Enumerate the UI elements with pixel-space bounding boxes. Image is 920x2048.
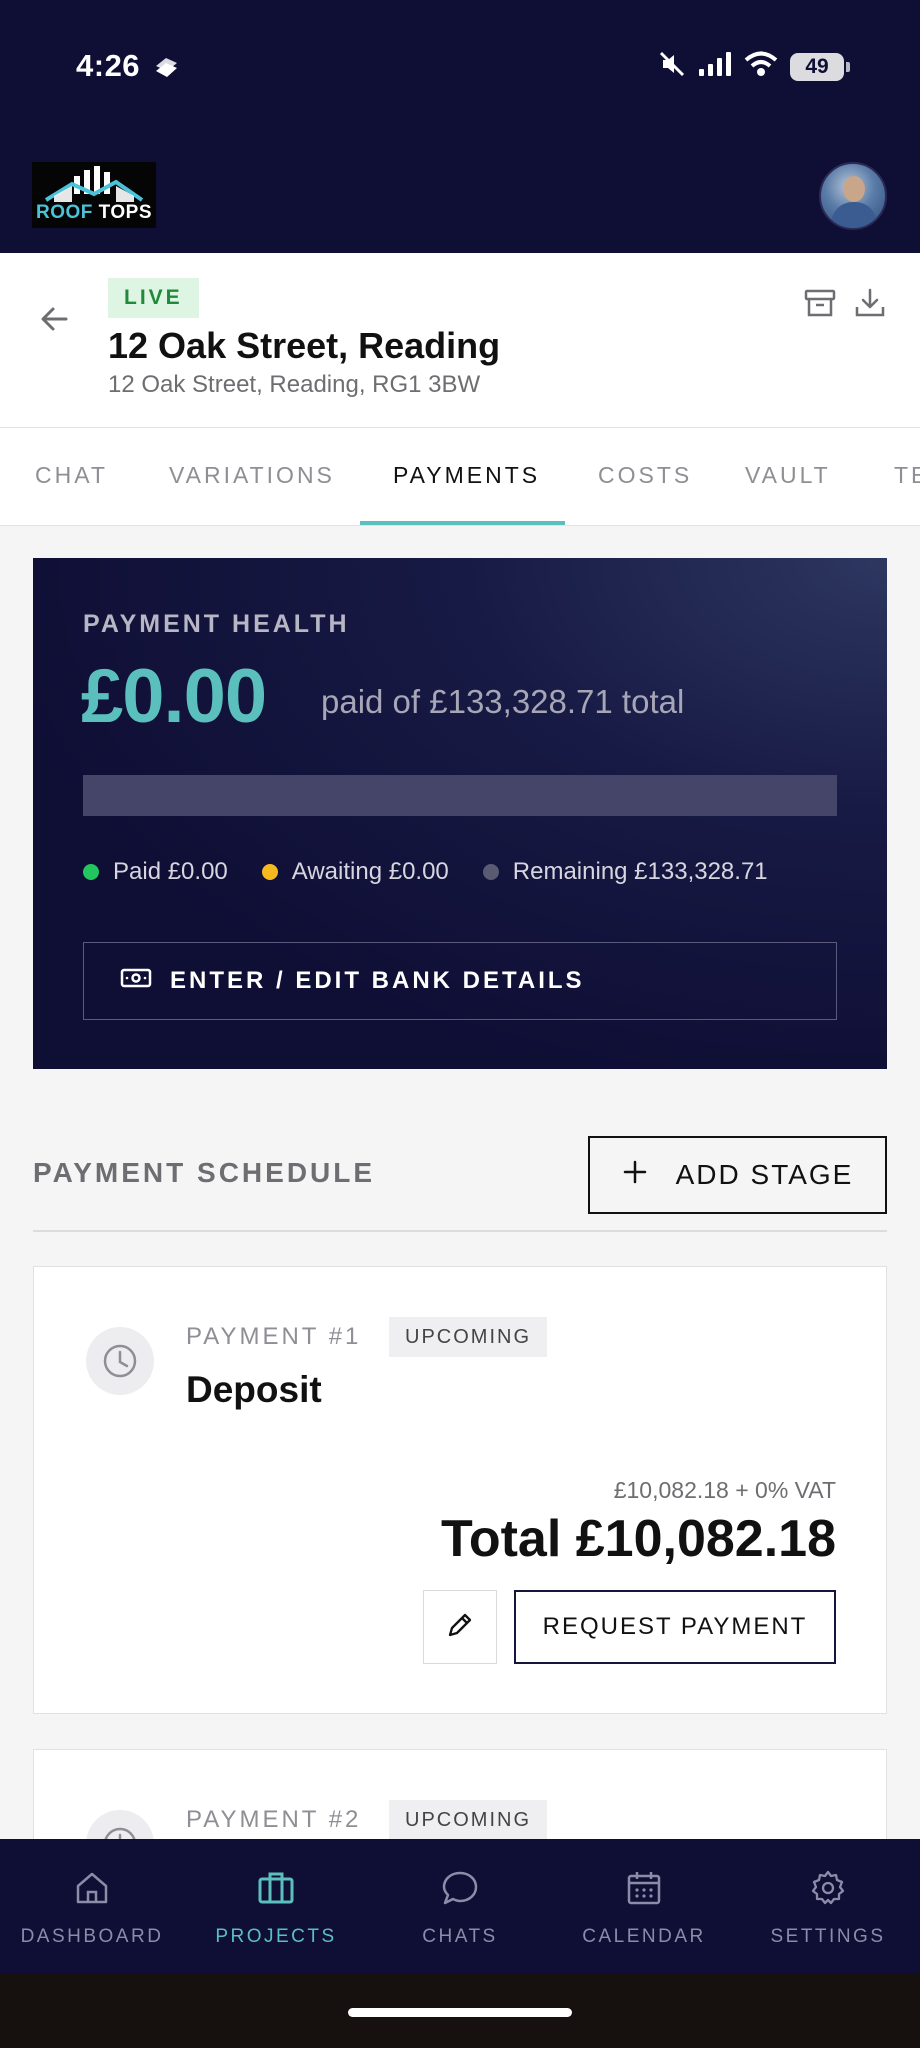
home-indicator[interactable] bbox=[348, 2008, 572, 2017]
app-header: 4:26 49 ROOF TOPS bbox=[0, 0, 920, 253]
status-time: 4:26 bbox=[76, 48, 141, 83]
tab-chat[interactable]: CHAT bbox=[35, 428, 108, 525]
project-address: 12 Oak Street, Reading, RG1 3BW bbox=[108, 371, 481, 398]
silent-icon bbox=[658, 50, 686, 83]
status-badge: LIVE bbox=[108, 278, 199, 318]
payment-status-badge: UPCOMING bbox=[389, 1317, 547, 1357]
company-logo: ROOF TOPS bbox=[32, 162, 156, 228]
status-indicators: 49 bbox=[658, 50, 850, 83]
tab-te[interactable]: TE bbox=[894, 428, 920, 525]
active-tab-indicator bbox=[360, 521, 565, 525]
signal-icon bbox=[698, 51, 732, 82]
battery-indicator: 49 bbox=[790, 52, 850, 81]
plus-icon bbox=[622, 1159, 648, 1192]
tab-vault[interactable]: VAULT bbox=[745, 428, 831, 525]
page-title: 12 Oak Street, Reading bbox=[108, 325, 501, 366]
pencil-icon bbox=[444, 1609, 476, 1646]
payment-schedule-title: PAYMENT SCHEDULE bbox=[33, 1157, 376, 1188]
nav-chats[interactable]: CHATS bbox=[368, 1839, 552, 1974]
payment-total: Total £10,082.18 bbox=[440, 1510, 836, 1568]
divider bbox=[33, 1230, 887, 1232]
payment-number: PAYMENT #1 bbox=[186, 1323, 362, 1350]
clock-icon bbox=[86, 1327, 154, 1395]
home-icon bbox=[72, 1868, 112, 1914]
remaining-dot bbox=[482, 864, 499, 880]
nav-calendar[interactable]: CALENDAR bbox=[552, 1839, 736, 1974]
archive-icon[interactable] bbox=[802, 285, 838, 326]
wifi-icon bbox=[744, 51, 778, 82]
tab-payments[interactable]: PAYMENTS bbox=[393, 428, 540, 525]
section-tabs: CHAT VARIATIONS PAYMENTS COSTS VAULT TE bbox=[0, 428, 920, 526]
nav-label: DASHBOARD bbox=[20, 1926, 164, 1947]
payment-number: PAYMENT #2 bbox=[186, 1806, 362, 1833]
legend-remaining: Remaining £133,328.71 bbox=[482, 858, 768, 886]
calendar-icon bbox=[624, 1868, 664, 1914]
nav-label: CHATS bbox=[422, 1926, 498, 1947]
tab-costs[interactable]: COSTS bbox=[598, 428, 692, 525]
user-avatar[interactable] bbox=[819, 162, 887, 230]
nav-label: SETTINGS bbox=[770, 1926, 886, 1947]
nav-projects[interactable]: PROJECTS bbox=[184, 1839, 368, 1974]
amount-of-total: paid of £133,328.71 total bbox=[321, 683, 685, 720]
download-icon[interactable] bbox=[852, 285, 888, 326]
payment-status-badge: UPCOMING bbox=[389, 1800, 547, 1840]
nav-label: PROJECTS bbox=[215, 1926, 337, 1947]
amount-paid: £0.00 bbox=[81, 654, 267, 739]
payment-subtotal: £10,082.18 + 0% VAT bbox=[613, 1477, 836, 1503]
payment-health-card: PAYMENT HEALTH £0.00 paid of £133,328.71… bbox=[33, 558, 887, 1069]
request-payment-button[interactable]: REQUEST PAYMENT bbox=[514, 1590, 836, 1664]
payment-legend: Paid £0.00 Awaiting £0.00 Remaining £133… bbox=[83, 858, 768, 886]
payment-name: Deposit bbox=[186, 1369, 322, 1410]
cash-icon bbox=[120, 966, 152, 997]
app-notification-icon bbox=[151, 54, 181, 89]
paid-dot bbox=[83, 864, 99, 880]
chat-icon bbox=[440, 1868, 480, 1914]
project-header: LIVE 12 Oak Street, Reading 12 Oak Stree… bbox=[0, 253, 920, 428]
home-indicator-area bbox=[0, 1974, 920, 2048]
payment-card: PAYMENT #1 UPCOMING Deposit £10,082.18 +… bbox=[33, 1266, 887, 1714]
nav-dashboard[interactable]: DASHBOARD bbox=[0, 1839, 184, 1974]
legend-paid: Paid £0.00 bbox=[83, 858, 228, 886]
back-arrow-icon[interactable] bbox=[36, 301, 72, 337]
payment-health-label: PAYMENT HEALTH bbox=[83, 610, 350, 638]
tab-variations[interactable]: VARIATIONS bbox=[169, 428, 335, 525]
logo-wordmark: ROOF TOPS bbox=[35, 202, 153, 223]
briefcase-icon bbox=[256, 1868, 296, 1914]
bank-details-button[interactable]: ENTER / EDIT BANK DETAILS bbox=[83, 942, 837, 1020]
add-stage-button[interactable]: ADD STAGE bbox=[588, 1136, 887, 1214]
nav-label: CALENDAR bbox=[582, 1926, 706, 1947]
awaiting-dot bbox=[261, 864, 278, 880]
bottom-navigation: DASHBOARD PROJECTS CHATS CALENDAR SETTIN… bbox=[0, 1839, 920, 1974]
bank-details-label: ENTER / EDIT BANK DETAILS bbox=[170, 967, 585, 994]
nav-settings[interactable]: SETTINGS bbox=[736, 1839, 920, 1974]
payment-progress-bar bbox=[83, 775, 837, 816]
edit-payment-button[interactable] bbox=[423, 1590, 497, 1664]
gear-icon bbox=[808, 1868, 848, 1914]
legend-awaiting: Awaiting £0.00 bbox=[261, 858, 449, 886]
add-stage-label: ADD STAGE bbox=[675, 1159, 854, 1190]
